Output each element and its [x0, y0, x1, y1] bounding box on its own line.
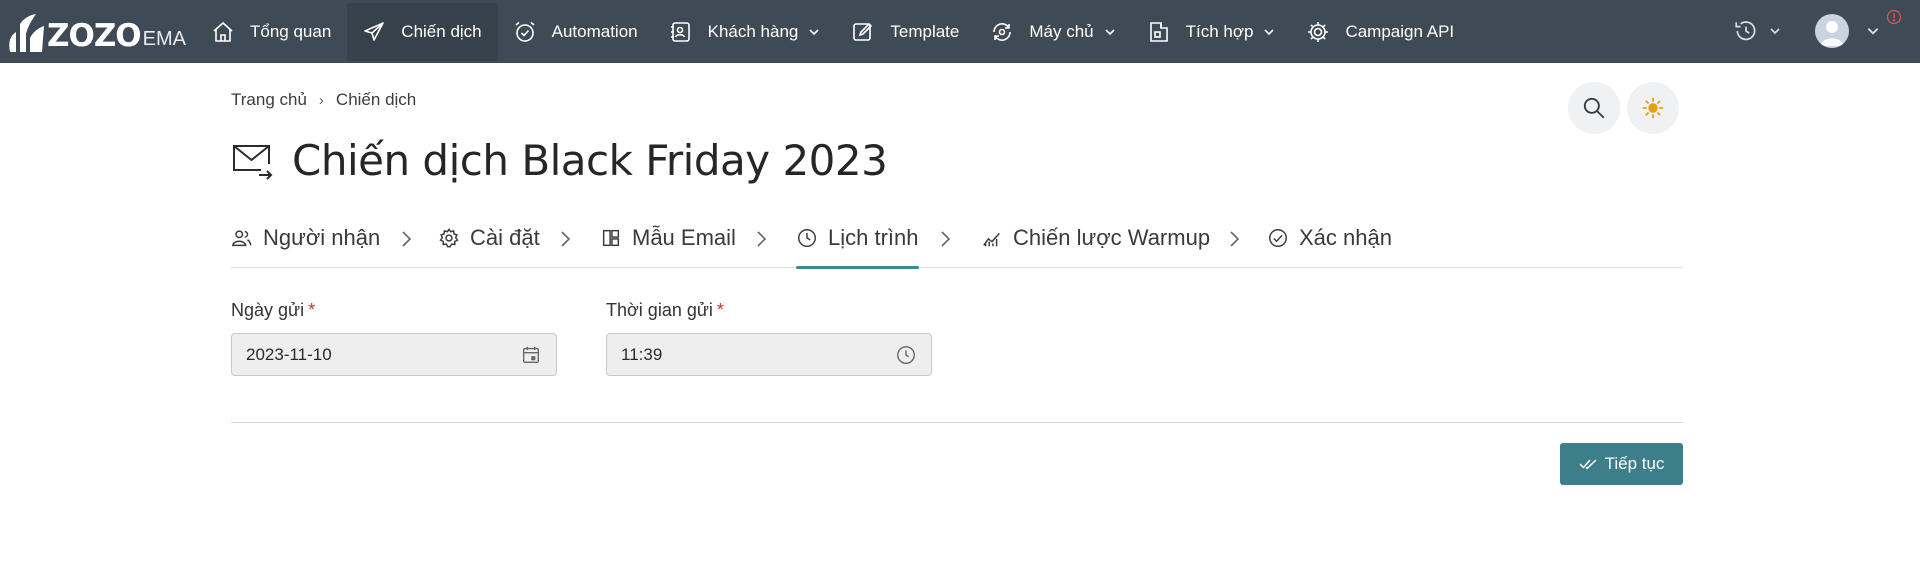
double-check-icon [1579, 459, 1597, 470]
theme-toggle-button[interactable] [1627, 82, 1679, 134]
gear-icon [438, 227, 460, 249]
send-date-label-text: Ngày gửi [231, 300, 305, 320]
chevron-down-icon[interactable] [1866, 24, 1880, 38]
send-time-label-text: Thời gian gửi [606, 300, 713, 320]
user-icon [1820, 21, 1844, 46]
form-divider [231, 422, 1683, 423]
user-avatar[interactable] [1815, 14, 1849, 48]
page-header: Chiến dịch Black Friday 2023 [231, 136, 888, 185]
top-navigation-bar: ZOZO EMA Tổng quan Chiến dịch Automation [0, 0, 1920, 63]
step-label: Xác nhận [1299, 225, 1392, 250]
required-mark: * [716, 300, 724, 320]
logo-wordmark: ZOZO [47, 18, 142, 54]
chevron-right-icon [1230, 231, 1240, 247]
chevron-right-icon [757, 231, 767, 247]
breadcrumb: Trang chủ › Chiến dịch [231, 90, 416, 110]
clock-icon[interactable] [895, 344, 917, 366]
check-circle-icon [1267, 227, 1289, 249]
email-send-icon [233, 144, 273, 180]
clock-icon [796, 227, 818, 249]
send-time-field[interactable]: 11:39 [606, 333, 932, 376]
continue-button[interactable]: Tiếp tục [1560, 443, 1683, 485]
sun-icon [1642, 97, 1664, 119]
send-time-label: Thời gian gửi * [606, 300, 724, 321]
page-title: Chiến dịch Black Friday 2023 [292, 136, 888, 185]
nav-item-automation[interactable]: Automation [498, 3, 654, 61]
edit-icon [850, 19, 876, 45]
required-mark: * [308, 300, 316, 320]
integration-icon [1146, 19, 1172, 45]
nav-label: Máy chủ [1029, 21, 1094, 41]
chevron-right-icon [561, 231, 571, 247]
chart-icon [981, 227, 1003, 249]
send-date-field[interactable]: 2023-11-10 [231, 333, 557, 376]
breadcrumb-home-link[interactable]: Trang chủ [231, 90, 307, 110]
search-icon [1583, 97, 1605, 119]
step-cai-dat[interactable]: Cài đặt [438, 222, 540, 268]
chevron-down-icon [1770, 28, 1780, 35]
step-nguoi-nhan[interactable]: Người nhận [231, 222, 380, 268]
search-button[interactable] [1568, 82, 1620, 134]
contacts-icon [668, 19, 694, 45]
history-menu[interactable] [1733, 18, 1783, 44]
chevron-down-icon [808, 26, 820, 38]
paper-plane-icon [361, 19, 387, 45]
breadcrumb-separator: › [318, 91, 324, 109]
step-label: Mẫu Email [632, 225, 736, 250]
send-date-value: 2023-11-10 [246, 344, 332, 364]
logo-mark-icon [9, 14, 44, 52]
server-sync-icon [989, 19, 1015, 45]
send-time-value: 11:39 [621, 344, 663, 364]
main-nav: Tổng quan Chiến dịch Automation Khách hà… [196, 0, 1470, 63]
users-icon [231, 227, 253, 249]
nav-item-tong-quan[interactable]: Tổng quan [196, 3, 347, 61]
chevron-right-icon [402, 231, 412, 247]
nav-label: Khách hàng [707, 21, 799, 41]
breadcrumb-current[interactable]: Chiến dịch [336, 90, 416, 110]
nav-label: Campaign API [1345, 21, 1455, 41]
chevron-right-icon [941, 231, 951, 247]
alarm-clock-icon [512, 19, 538, 45]
logo-suffix: EMA [142, 28, 187, 50]
nav-item-template[interactable]: Template [836, 3, 975, 61]
zozo-ema-logo[interactable]: ZOZO EMA [6, 10, 186, 54]
nav-item-campaign-api[interactable]: Campaign API [1291, 3, 1470, 61]
nav-item-chien-dich[interactable]: Chiến dịch [347, 2, 498, 61]
nav-item-may-chu[interactable]: Máy chủ [975, 3, 1131, 61]
continue-button-label: Tiếp tục [1604, 454, 1665, 473]
step-lich-trinh[interactable]: Lịch trình [796, 222, 919, 269]
calendar-icon[interactable] [520, 344, 542, 366]
nav-item-tich-hop[interactable]: Tích hợp [1132, 3, 1292, 61]
step-xac-nhan[interactable]: Xác nhận [1267, 222, 1392, 268]
campaign-stepper: Người nhận Cài đặt Mẫu Email Lịch trình … [231, 222, 1683, 269]
nav-label: Template [890, 21, 960, 41]
nav-item-khach-hang[interactable]: Khách hàng [654, 3, 837, 61]
nav-label: Tổng quan [250, 21, 332, 41]
layout-icon [600, 227, 622, 249]
nav-label: Tích hợp [1185, 21, 1254, 41]
step-label: Cài đặt [470, 225, 540, 250]
step-label: Lịch trình [828, 225, 919, 250]
nav-label: Automation [551, 21, 638, 41]
history-icon [1735, 21, 1756, 41]
step-label: Người nhận [263, 225, 381, 250]
home-icon [210, 19, 236, 45]
send-date-label: Ngày gửi * [231, 300, 315, 321]
chevron-down-icon [1263, 26, 1275, 38]
chevron-down-icon [1104, 26, 1116, 38]
nav-label: Chiến dịch [401, 21, 482, 41]
step-mau-email[interactable]: Mẫu Email [600, 222, 736, 268]
notification-alert-icon[interactable] [1886, 9, 1902, 25]
api-gear-icon [1305, 19, 1331, 45]
step-chien-luoc-warmup[interactable]: Chiến lược Warmup [981, 222, 1210, 268]
step-label: Chiến lược Warmup [1013, 225, 1211, 250]
